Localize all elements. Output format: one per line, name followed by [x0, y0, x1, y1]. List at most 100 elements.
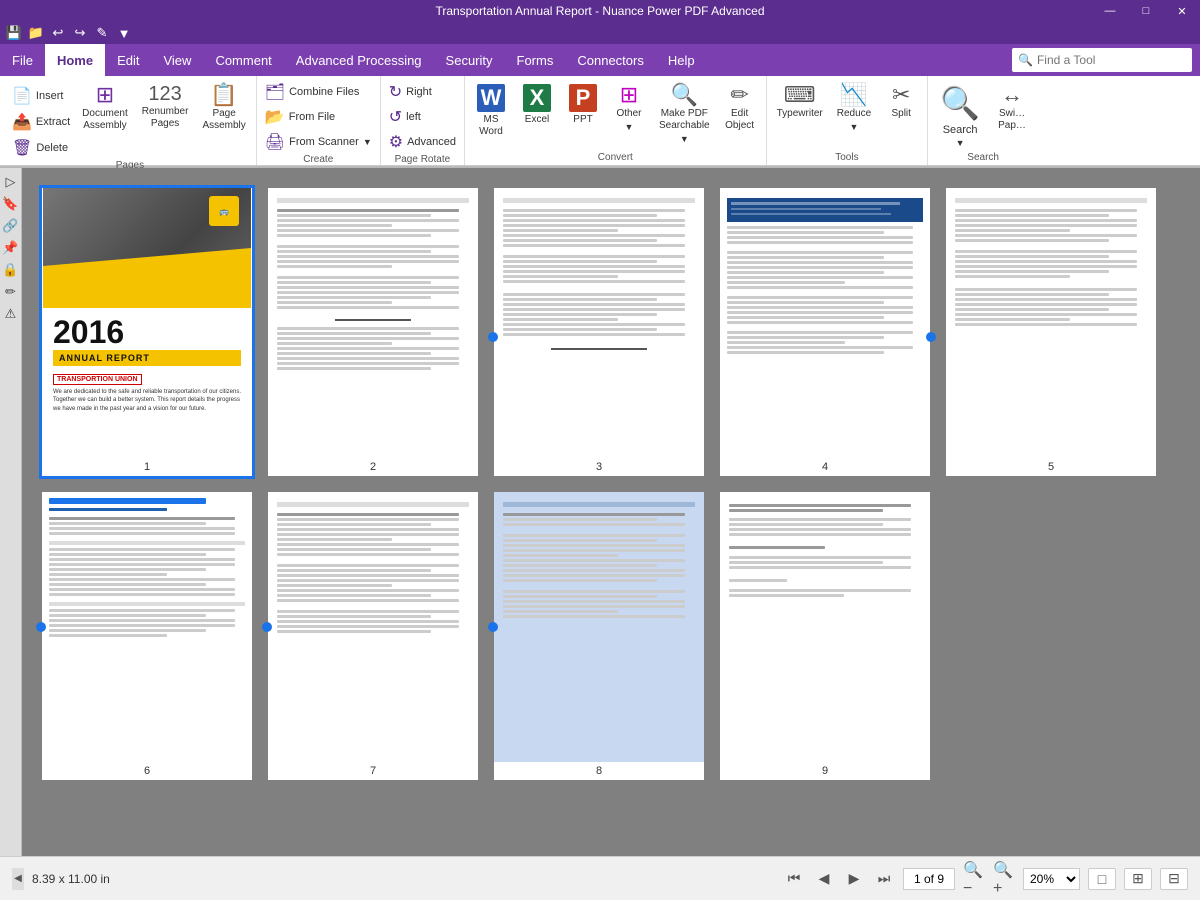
zoom-out-button[interactable]: 🔍−	[963, 868, 985, 890]
edit-object-button[interactable]: ✏ EditObject	[718, 80, 762, 136]
page-num-8: 8	[494, 762, 704, 780]
swipe-pages-button[interactable]: ↔ Swi…Pap…	[990, 80, 1034, 136]
document-assembly-label: DocumentAssembly	[82, 108, 128, 132]
make-pdf-label: Make PDFSearchable	[659, 108, 710, 132]
find-tool-container: 🔍	[1012, 48, 1192, 72]
redo-quick-btn[interactable]: ↪	[70, 23, 90, 43]
ribbon-group-pages: 📄 Insert 📤 Extract 🗑 Delete ⊞ DocumentAs…	[4, 76, 257, 165]
split-label: Split	[891, 108, 910, 120]
nav-prev-button[interactable]: ◀	[813, 868, 835, 890]
facing-view-button[interactable]: ⊟	[1160, 868, 1188, 890]
make-pdf-button[interactable]: 🔍 Make PDFSearchable ▼	[653, 80, 716, 149]
from-file-button[interactable]: 📂 From File	[261, 105, 376, 129]
split-button[interactable]: ✂ Split	[879, 80, 923, 124]
page-thumb-7[interactable]: 7	[268, 492, 478, 780]
customize-quick-btn[interactable]: ✎	[92, 23, 112, 43]
from-scanner-arrow: ▼	[363, 137, 372, 147]
insert-button[interactable]: 📄 Insert	[8, 84, 74, 108]
menu-help[interactable]: Help	[656, 44, 707, 76]
nav-first-button[interactable]: ⏮	[783, 868, 805, 890]
insert-label: Insert	[36, 90, 64, 102]
zoom-in-button[interactable]: 🔍+	[993, 868, 1015, 890]
ms-word-button[interactable]: W MSWord	[469, 80, 513, 142]
menu-connectors[interactable]: Connectors	[565, 44, 655, 76]
rotate-right-icon: ↻	[389, 82, 402, 102]
menu-edit[interactable]: Edit	[105, 44, 151, 76]
page-thumb-1[interactable]: 🚌 2016 ANNUAL REPORT TRANSPORTION UNION …	[42, 188, 252, 476]
sidebar-nav-icon[interactable]: ▷	[1, 172, 21, 192]
continuous-view-button[interactable]: ⊞	[1124, 868, 1152, 890]
rotate-right-button[interactable]: ↻ Right	[385, 80, 460, 104]
reduce-button[interactable]: 📉 Reduce ▼	[831, 80, 877, 137]
tools-group-label: Tools	[771, 152, 924, 165]
ribbon-group-search: 🔍 Search ▼ ↔ Swi…Pap… Search	[928, 76, 1038, 165]
ribbon-group-create: 🗂 Combine Files 📂 From File 🖨 From Scann…	[257, 76, 381, 165]
from-scanner-icon: 🖨	[265, 132, 285, 152]
menu-security[interactable]: Security	[434, 44, 505, 76]
menu-view[interactable]: View	[151, 44, 203, 76]
excel-button[interactable]: X Excel	[515, 80, 559, 130]
menu-forms[interactable]: Forms	[505, 44, 566, 76]
main-content[interactable]: 🚌 2016 ANNUAL REPORT TRANSPORTION UNION …	[22, 168, 1200, 856]
page-thumb-2[interactable]: 2	[268, 188, 478, 476]
renumber-pages-button[interactable]: 123 RenumberPages	[136, 80, 195, 134]
search-button[interactable]: 🔍 Search ▼	[932, 80, 988, 152]
more-quick-btn[interactable]: ▼	[114, 23, 134, 43]
sidebar-bookmark-icon[interactable]: 🔖	[1, 194, 21, 214]
ribbon-rotate-content: ↻ Right ↺ left ⚙ Advanced	[385, 80, 460, 154]
menu-file[interactable]: File	[0, 44, 45, 76]
undo-quick-btn[interactable]: ↩	[48, 23, 68, 43]
page-6-dot-left	[36, 622, 46, 632]
page-thumb-6[interactable]: 6	[42, 492, 252, 780]
page-4-dot-right	[926, 332, 936, 342]
find-tool-input[interactable]	[1037, 53, 1177, 67]
sidebar-warning-icon[interactable]: ⚠	[1, 304, 21, 324]
page-assembly-button[interactable]: 📋 PageAssembly	[196, 80, 251, 136]
document-assembly-button[interactable]: ⊞ DocumentAssembly	[76, 80, 134, 136]
from-file-label: From File	[289, 111, 335, 123]
page-num-2: 2	[268, 458, 478, 476]
save-quick-btn[interactable]: 💾	[4, 23, 24, 43]
menu-bar: File Home Edit View Comment Advanced Pro…	[0, 44, 1200, 76]
extract-button[interactable]: 📤 Extract	[8, 110, 74, 134]
search-arrow: ▼	[956, 138, 965, 148]
rotate-advanced-button[interactable]: ⚙ Advanced	[385, 130, 460, 154]
page-assembly-label: PageAssembly	[202, 108, 245, 132]
sidebar-pin-icon[interactable]: 📌	[1, 238, 21, 258]
page-num-1: 1	[42, 458, 252, 476]
from-scanner-button[interactable]: 🖨 From Scanner ▼	[261, 130, 376, 154]
menu-comment[interactable]: Comment	[203, 44, 283, 76]
renumber-label: RenumberPages	[142, 106, 189, 130]
nav-last-button[interactable]: ⏭	[873, 868, 895, 890]
page-thumb-8[interactable]: 8	[494, 492, 704, 780]
close-button[interactable]: ✕	[1164, 0, 1200, 22]
delete-label: Delete	[36, 142, 68, 154]
sidebar-link-icon[interactable]: 🔗	[1, 216, 21, 236]
single-page-view-button[interactable]: □	[1088, 868, 1116, 890]
minimize-button[interactable]: —	[1092, 0, 1128, 22]
page-thumb-9[interactable]: 9	[720, 492, 930, 780]
menu-home[interactable]: Home	[45, 44, 105, 76]
menu-advanced-processing[interactable]: Advanced Processing	[284, 44, 434, 76]
ppt-button[interactable]: P PPT	[561, 80, 605, 130]
maximize-button[interactable]: □	[1128, 0, 1164, 22]
left-sidebar: ▷ 🔖 🔗 📌 🔒 ✏ ⚠	[0, 168, 22, 856]
page-number-input[interactable]	[903, 868, 955, 890]
open-quick-btn[interactable]: 📁	[26, 23, 46, 43]
ribbon-create-content: 🗂 Combine Files 📂 From File 🖨 From Scann…	[261, 80, 376, 154]
page-thumb-4[interactable]: 4	[720, 188, 930, 476]
page-thumb-5[interactable]: 5	[946, 188, 1156, 476]
page-thumb-3[interactable]: 3	[494, 188, 704, 476]
sidebar-edit-icon[interactable]: ✏	[1, 282, 21, 302]
sidebar-lock-icon[interactable]: 🔒	[1, 260, 21, 280]
ribbon-convert-content: W MSWord X Excel P PPT ⊞ Other ▼ 🔍 Make …	[469, 80, 762, 152]
nav-next-button[interactable]: ▶	[843, 868, 865, 890]
typewriter-button[interactable]: ⌨ Typewriter	[771, 80, 829, 124]
rotate-left-button[interactable]: ↺ left	[385, 105, 460, 129]
combine-files-button[interactable]: 🗂 Combine Files	[261, 80, 376, 104]
expand-sidebar-button[interactable]: ◀	[12, 868, 24, 890]
other-button[interactable]: ⊞ Other ▼	[607, 80, 651, 137]
delete-button[interactable]: 🗑 Delete	[8, 136, 74, 160]
reduce-label: Reduce	[837, 108, 871, 120]
zoom-select[interactable]: 10% 15% 20% 25% 50% 75% 100%	[1023, 868, 1080, 890]
